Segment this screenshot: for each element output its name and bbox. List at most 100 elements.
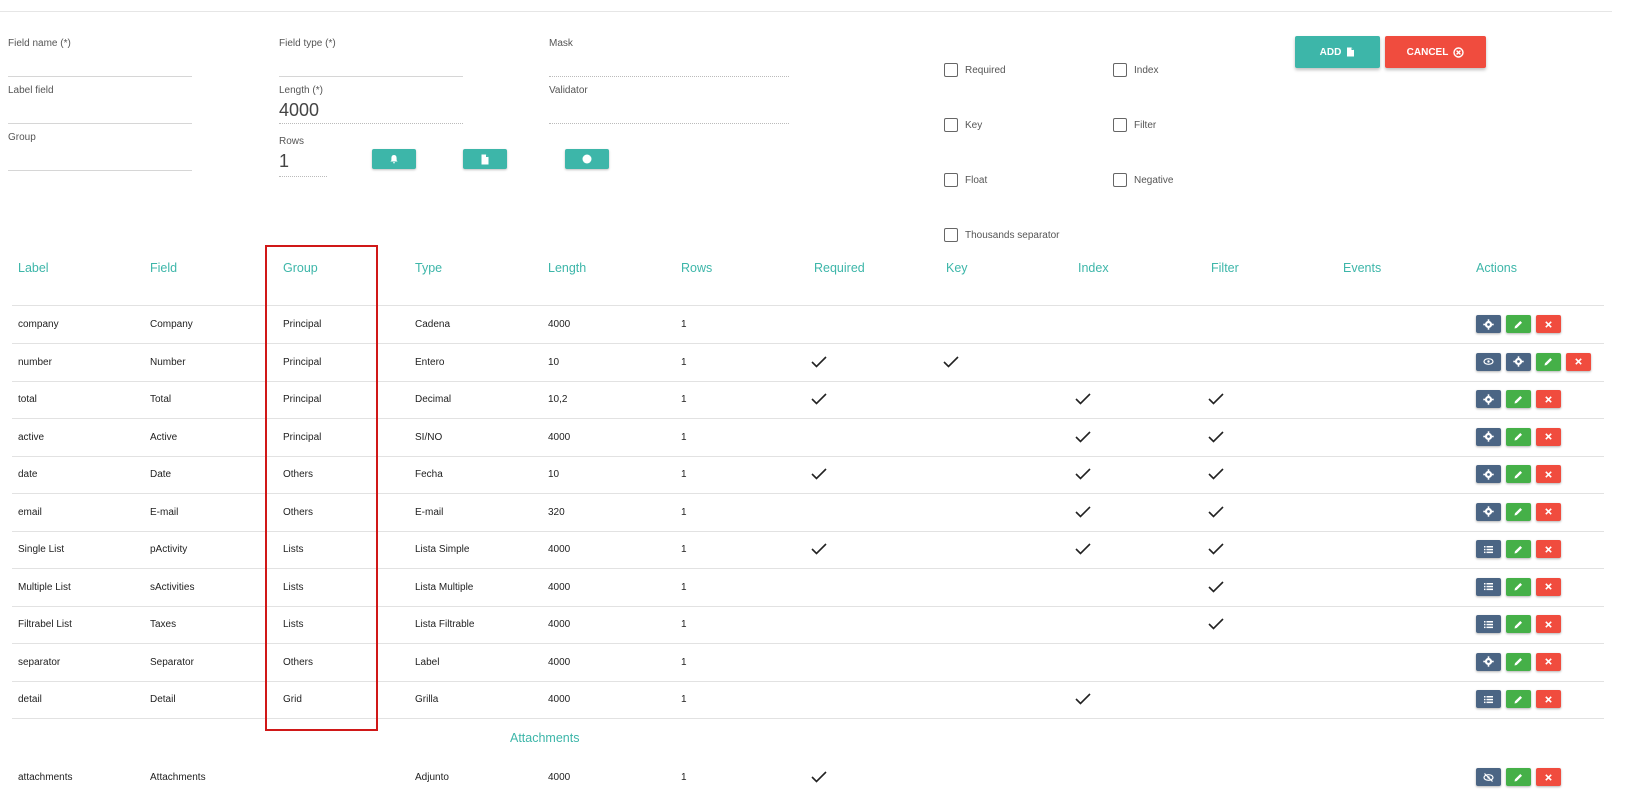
edit-button[interactable] <box>1506 690 1531 708</box>
pencil-icon <box>1514 320 1522 328</box>
column-header-key[interactable]: Key <box>946 261 968 275</box>
filter-checkbox[interactable]: Filter <box>1113 118 1156 132</box>
hidden-toggle-button[interactable] <box>1476 768 1501 786</box>
length-value: 4000 <box>279 100 320 120</box>
thousands-separator-checkbox[interactable]: Thousands separator <box>944 228 1060 242</box>
settings-button[interactable] <box>1476 315 1501 333</box>
delete-button[interactable] <box>1536 427 1561 446</box>
required-checkbox-box[interactable] <box>944 63 958 77</box>
cell-length: 4000 <box>548 544 571 555</box>
add-button[interactable]: ADD <box>1295 36 1380 68</box>
cell-field: Detail <box>150 694 176 705</box>
float-checkbox[interactable]: Float <box>944 173 987 187</box>
cell-rows: 1 <box>681 319 687 330</box>
delete-button[interactable] <box>1536 315 1561 333</box>
rows-input[interactable]: Rows 1 <box>279 136 327 178</box>
column-header-actions[interactable]: Actions <box>1476 261 1517 275</box>
list-icon <box>1484 620 1493 628</box>
settings-button[interactable] <box>1476 465 1501 483</box>
cancel-button[interactable]: CANCEL <box>1385 36 1486 68</box>
info-button[interactable] <box>565 149 609 169</box>
index-checkbox[interactable]: Index <box>1113 63 1158 77</box>
mask-input[interactable]: Mask <box>549 38 789 78</box>
edit-button[interactable] <box>1506 768 1531 786</box>
delete-button[interactable] <box>1536 577 1561 596</box>
group-input[interactable]: Group <box>8 132 192 172</box>
edit-button[interactable] <box>1506 465 1531 483</box>
column-header-filter[interactable]: Filter <box>1211 261 1239 275</box>
edit-button[interactable] <box>1506 390 1531 408</box>
settings-button[interactable] <box>1476 652 1501 671</box>
cell-label: date <box>18 469 38 480</box>
list-options-button[interactable] <box>1476 540 1501 558</box>
list-options-button[interactable] <box>1476 615 1501 633</box>
delete-button[interactable] <box>1536 502 1561 521</box>
edit-button[interactable] <box>1506 502 1531 521</box>
column-header-field[interactable]: Field <box>150 261 177 275</box>
field-name-input[interactable]: Field name (*) <box>8 38 192 78</box>
cell-length: 4000 <box>548 431 571 443</box>
negative-checkbox-box[interactable] <box>1113 173 1127 187</box>
delete-button[interactable] <box>1536 465 1561 483</box>
edit-button[interactable] <box>1506 315 1531 333</box>
eye-off-icon <box>1483 772 1494 782</box>
cell-rows: 1 <box>681 394 687 405</box>
key-checkbox[interactable]: Key <box>944 118 982 132</box>
visibility-button[interactable] <box>1476 352 1501 371</box>
rows-value: 1 <box>279 151 290 171</box>
filter-checkbox-box[interactable] <box>1113 118 1127 132</box>
settings-button[interactable] <box>1476 390 1501 408</box>
delete-button[interactable] <box>1536 652 1561 671</box>
edit-button[interactable] <box>1536 352 1561 371</box>
column-header-rows[interactable]: Rows <box>681 261 712 275</box>
label-field-input[interactable]: Label field <box>8 85 192 125</box>
thousands-separator-checkbox-box[interactable] <box>944 228 958 242</box>
validator-input[interactable]: Validator <box>549 85 789 125</box>
edit-button[interactable] <box>1506 615 1531 633</box>
length-label: Length (*) <box>279 85 323 96</box>
cell-rows: 1 <box>681 506 687 518</box>
filter-check-icon <box>1208 580 1224 593</box>
close-icon <box>1545 545 1552 553</box>
column-header-events[interactable]: Events <box>1343 261 1381 275</box>
delete-button[interactable] <box>1566 352 1591 371</box>
delete-button[interactable] <box>1536 615 1561 633</box>
column-header-length[interactable]: Length <box>548 261 586 275</box>
notification-button[interactable] <box>372 149 416 169</box>
required-check-icon <box>811 393 827 405</box>
delete-button[interactable] <box>1536 540 1561 558</box>
required-checkbox[interactable]: Required <box>944 63 1006 77</box>
column-header-required[interactable]: Required <box>814 261 865 275</box>
field-type-select[interactable]: Field type (*) <box>279 38 463 78</box>
document-button[interactable] <box>463 149 507 169</box>
cell-type: Adjunto <box>415 772 449 783</box>
header-divider <box>12 305 1604 306</box>
cell-label: attachments <box>18 772 73 783</box>
settings-button[interactable] <box>1476 502 1501 521</box>
cell-type: Cadena <box>415 319 451 330</box>
list-options-button[interactable] <box>1476 690 1501 708</box>
delete-button[interactable] <box>1536 390 1561 408</box>
cell-field: Date <box>150 469 172 480</box>
cell-rows: 1 <box>681 469 687 480</box>
column-header-label[interactable]: Label <box>18 261 49 275</box>
edit-button[interactable] <box>1506 577 1531 596</box>
cell-field: Total <box>150 394 172 405</box>
list-options-button[interactable] <box>1476 577 1501 596</box>
filter-check-icon <box>1208 468 1224 480</box>
column-header-type[interactable]: Type <box>415 261 442 275</box>
length-input[interactable]: Length (*) 4000 <box>279 85 463 125</box>
column-header-index[interactable]: Index <box>1078 261 1109 275</box>
edit-button[interactable] <box>1506 540 1531 558</box>
index-checkbox-box[interactable] <box>1113 63 1127 77</box>
edit-button[interactable] <box>1506 652 1531 671</box>
float-checkbox-box[interactable] <box>944 173 958 187</box>
settings-button[interactable] <box>1476 427 1501 446</box>
cell-label: company <box>18 319 59 330</box>
negative-checkbox[interactable]: Negative <box>1113 173 1173 187</box>
edit-button[interactable] <box>1506 427 1531 446</box>
settings-button[interactable] <box>1506 352 1531 371</box>
delete-button[interactable] <box>1536 690 1561 708</box>
key-checkbox-box[interactable] <box>944 118 958 132</box>
delete-button[interactable] <box>1536 768 1561 786</box>
